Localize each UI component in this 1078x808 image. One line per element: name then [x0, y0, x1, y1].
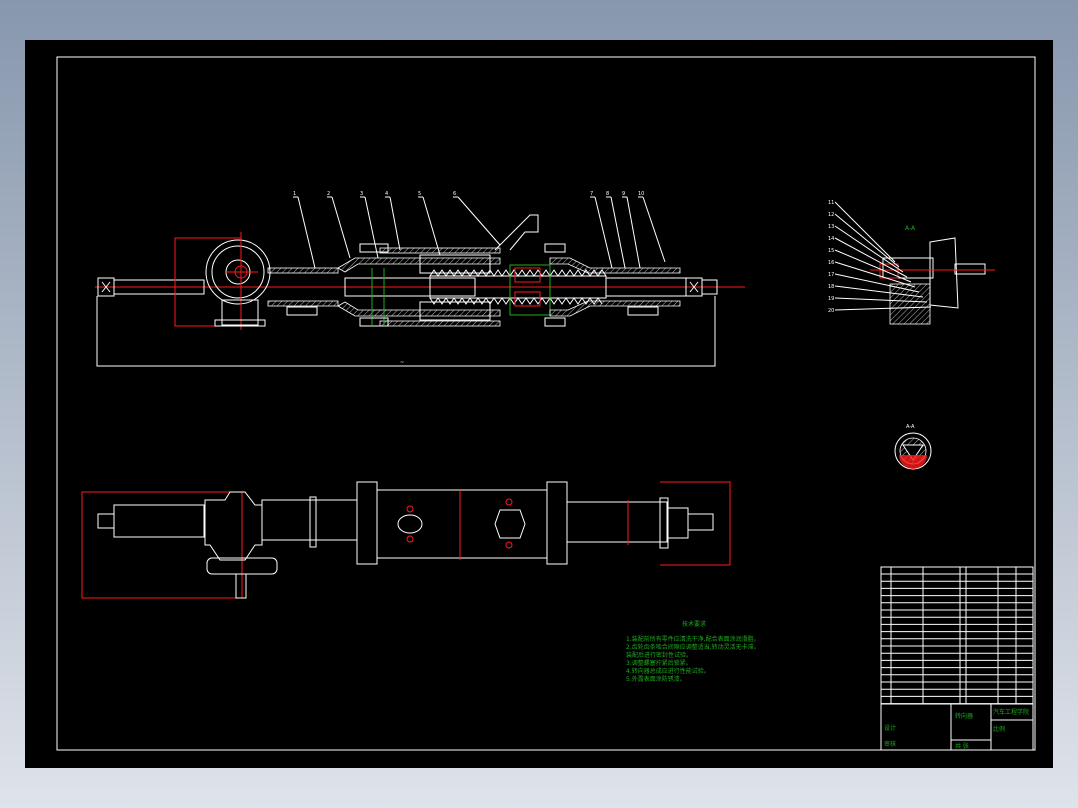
svg-text:审核: 审核 [884, 740, 896, 748]
side-section-view: 11 12 13 14 15 16 17 18 19 20 A-A [828, 200, 995, 325]
part-balloon: 13 [828, 224, 834, 230]
part-balloon: 5 [418, 191, 421, 197]
part-balloon: 14 [828, 236, 834, 242]
part-balloon: 20 [828, 308, 834, 314]
part-balloon: 16 [828, 260, 834, 266]
title-block: 转向器 汽车工程学院 比例 共 张 设计 审核 [880, 566, 1034, 751]
part-balloon: 6 [453, 191, 456, 197]
part-balloon: 12 [828, 212, 834, 218]
part-balloon: 4 [385, 191, 388, 197]
svg-text:共 张: 共 张 [955, 742, 969, 750]
svg-text:A-A: A-A [906, 424, 915, 430]
main-section-view: ~ 1 2 3 4 5 6 7 8 9 10 [95, 191, 745, 367]
svg-text:3.调整螺塞拧紧后锁紧。: 3.调整螺塞拧紧后锁紧。 [626, 659, 692, 667]
svg-text:1.装配前所有零件应清洗干净,配合表面涂润滑脂。: 1.装配前所有零件应清洗干净,配合表面涂润滑脂。 [626, 635, 760, 643]
part-balloon: 8 [606, 191, 609, 197]
part-balloons: 1 2 3 4 5 6 7 8 9 10 [293, 191, 666, 269]
side-label: A-A [905, 225, 916, 232]
part-balloon: 2 [327, 191, 330, 197]
section-a-a: A-A [894, 424, 932, 470]
top-view [81, 481, 731, 599]
part-balloon: 1 [293, 191, 296, 197]
part-balloon: 10 [638, 191, 644, 197]
overall-length-dim: ~ [400, 360, 404, 366]
svg-text:4.转向器总成应进行性能试验。: 4.转向器总成应进行性能试验。 [626, 667, 710, 675]
part-balloon: 7 [590, 191, 593, 197]
svg-text:5.外露表面涂防锈漆。: 5.外露表面涂防锈漆。 [626, 675, 686, 683]
part-balloon: 3 [360, 191, 363, 197]
part-balloon: 9 [622, 191, 625, 197]
part-balloon: 15 [828, 248, 834, 254]
part-balloon: 18 [828, 284, 834, 290]
part-balloon: 19 [828, 296, 834, 302]
part-balloon: 17 [828, 272, 834, 278]
cad-drawing: ~ 1 2 3 4 5 6 7 8 9 10 11121314151617181920 A-A A… [56, 56, 1036, 751]
technical-requirements: 技术要求 1.装配前所有零件应清洗干净,配合表面涂润滑脂。 2.齿轮齿条啮合间隙… [626, 620, 760, 683]
svg-text:2.齿轮齿条啮合间隙应调整适当,转动灵活无卡滞。: 2.齿轮齿条啮合间隙应调整适当,转动灵活无卡滞。 [626, 643, 760, 651]
svg-text:转向器: 转向器 [955, 712, 973, 720]
svg-text:设计: 设计 [884, 724, 896, 732]
requirements-title: 技术要求 [682, 620, 706, 628]
part-balloon: 11 [828, 200, 834, 206]
svg-text:装配后进行密封性试验。: 装配后进行密封性试验。 [626, 651, 692, 659]
svg-text:汽车工程学院: 汽车工程学院 [993, 708, 1029, 716]
drawing-sheet: ~ 1 2 3 4 5 6 7 8 9 10 11 12 13 14 15 16 17 18 19 20 A-A A… [25, 40, 1053, 768]
svg-text:比例: 比例 [993, 725, 1005, 733]
